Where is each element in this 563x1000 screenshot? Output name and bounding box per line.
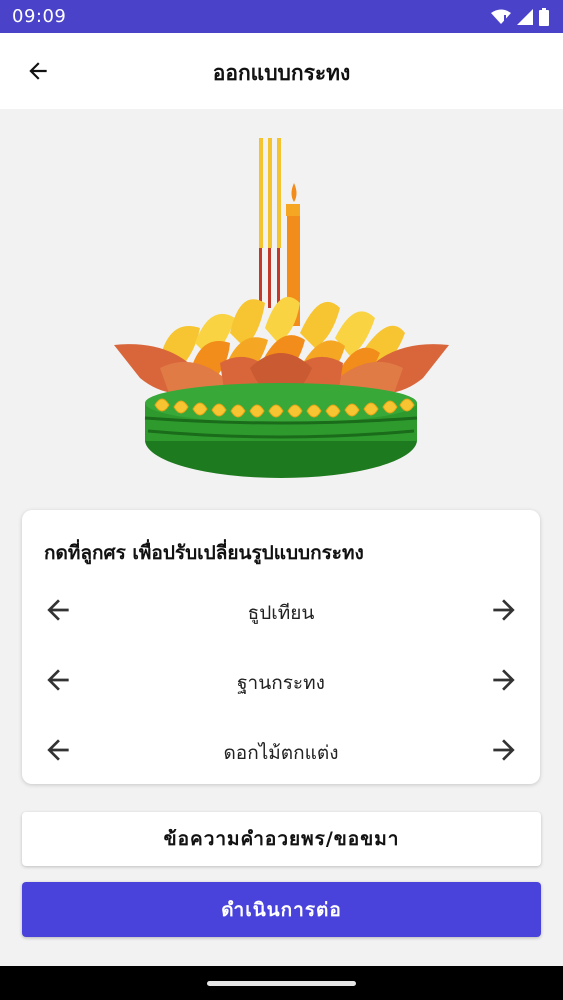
blessing-message-button[interactable]: ข้อความคำอวยพร/ขอขมา — [22, 812, 541, 866]
arrow-right-icon — [493, 739, 515, 761]
incense-sticks — [259, 138, 281, 308]
app-bar: ออกแบบกระทง — [0, 33, 563, 109]
option-row-flowers: ดอกไม้ตกแต่ง — [22, 725, 540, 775]
option-label-incense: ธูปเทียน — [247, 602, 315, 624]
status-time: 09:09 — [12, 6, 67, 27]
status-icons — [491, 7, 549, 26]
arrow-right-icon — [493, 669, 515, 691]
page-title: ออกแบบกระทง — [212, 61, 351, 85]
arrow-left-icon — [47, 739, 69, 761]
status-bar: 09:09 — [0, 0, 563, 33]
arrow-left-icon — [47, 669, 69, 691]
option-label-base: ฐานกระทง — [237, 672, 325, 694]
prev-flowers-button[interactable] — [38, 730, 78, 770]
option-row-incense: ธูปเทียน — [22, 585, 540, 635]
prev-base-button[interactable] — [38, 660, 78, 700]
option-row-base: ฐานกระทง — [22, 655, 540, 705]
signal-icon — [517, 8, 533, 25]
wifi-icon — [491, 9, 511, 24]
battery-icon — [539, 7, 549, 26]
next-base-button[interactable] — [484, 660, 524, 700]
home-indicator[interactable] — [207, 981, 356, 986]
option-label-flowers: ดอกไม้ตกแต่ง — [223, 742, 339, 764]
system-nav-bar — [0, 966, 563, 1000]
next-flowers-button[interactable] — [484, 730, 524, 770]
prev-incense-button[interactable] — [38, 590, 78, 630]
krathong-illustration — [100, 128, 463, 486]
customize-card: กดที่ลูกศร เพื่อปรับเปลี่ยนรูปแบบกระทง ธ… — [22, 510, 540, 784]
arrow-right-icon — [493, 599, 515, 621]
next-incense-button[interactable] — [484, 590, 524, 630]
card-title: กดที่ลูกศร เพื่อปรับเปลี่ยนรูปแบบกระทง — [44, 542, 364, 564]
continue-button[interactable]: ดำเนินการต่อ — [22, 882, 541, 937]
banana-leaf-base — [144, 383, 418, 478]
arrow-left-icon — [47, 599, 69, 621]
